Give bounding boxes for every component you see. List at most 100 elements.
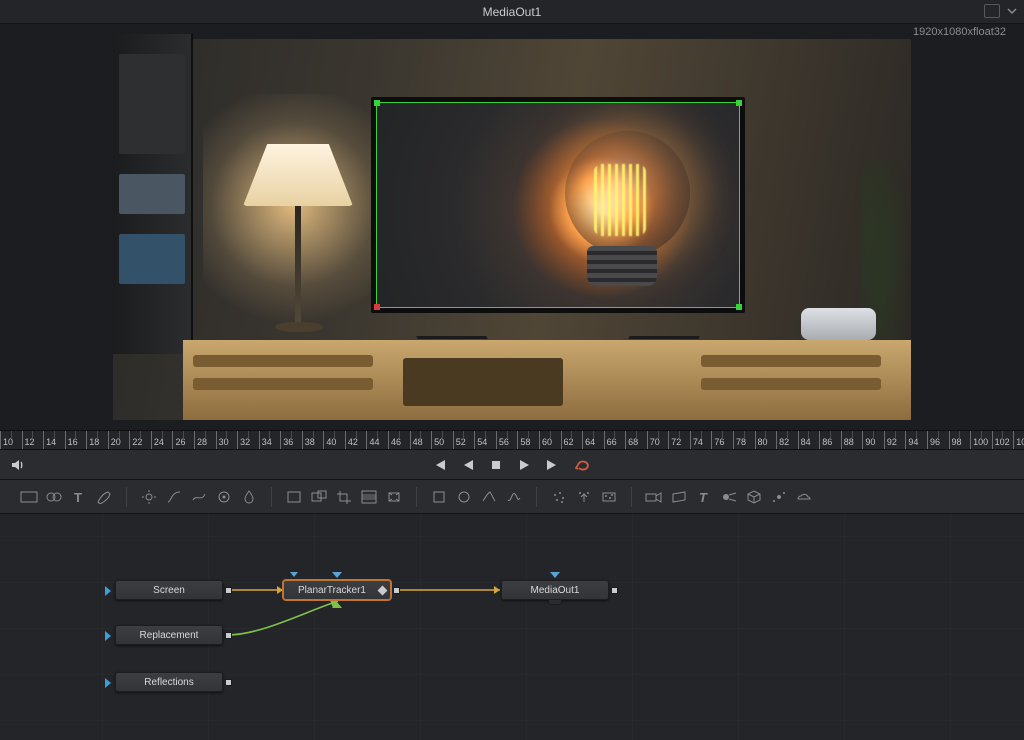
text-icon[interactable]: T [68, 486, 90, 508]
shape3d-icon[interactable]: T [693, 486, 715, 508]
lens-flare-icon[interactable] [768, 486, 790, 508]
particles-icon[interactable] [548, 486, 570, 508]
ruler-tick: 70 [647, 431, 648, 450]
p-emitter-icon[interactable] [573, 486, 595, 508]
ruler-tick: 56 [496, 431, 497, 450]
tracker-corner-br[interactable] [736, 304, 742, 310]
brightness-contrast-icon[interactable] [138, 486, 160, 508]
ruler-minor-tick [830, 431, 831, 439]
node-reflections[interactable]: Reflections [115, 672, 223, 692]
stop-icon[interactable] [489, 458, 503, 472]
node-output-port[interactable] [393, 587, 400, 594]
fog3d-icon[interactable] [793, 486, 815, 508]
go-first-frame-icon[interactable] [431, 458, 447, 472]
background-icon[interactable] [18, 486, 40, 508]
tracker-corner-tr[interactable] [736, 100, 742, 106]
bspline-mask-icon[interactable] [503, 486, 525, 508]
node-effect-mask-port[interactable] [332, 572, 342, 578]
expand-arrow-icon[interactable] [105, 586, 111, 596]
transform-icon[interactable] [283, 486, 305, 508]
blur-icon[interactable] [238, 486, 260, 508]
go-last-frame-icon[interactable] [545, 458, 561, 472]
node-mask-port[interactable] [290, 572, 298, 577]
merge-icon[interactable] [43, 486, 65, 508]
letterbox-icon[interactable] [358, 486, 380, 508]
node-output-port[interactable] [611, 587, 618, 594]
ruler-minor-tick [463, 431, 464, 439]
play-forward-icon[interactable] [517, 458, 531, 472]
audio-mute-icon[interactable] [10, 457, 26, 473]
ruler-minor-tick [248, 431, 249, 439]
ruler-minor-tick [852, 431, 853, 439]
node-screen[interactable]: Screen [115, 580, 223, 600]
node-label: Replacement [140, 630, 199, 641]
rectangle-mask-icon[interactable] [428, 486, 450, 508]
ruler-tick: 78 [733, 431, 734, 450]
color-corrector-icon[interactable] [213, 486, 235, 508]
ruler-tick: 84 [798, 431, 799, 450]
resize-icon[interactable] [308, 486, 330, 508]
ruler-minor-tick [356, 431, 357, 439]
ruler-tick: 92 [884, 431, 885, 450]
hue-curves-icon[interactable] [188, 486, 210, 508]
time-ruler[interactable]: 1012141618202224262830323436384042444648… [0, 430, 1024, 450]
node-output-port[interactable] [225, 679, 232, 686]
ruler-tick: 54 [474, 431, 475, 450]
color-curves-icon[interactable] [163, 486, 185, 508]
ruler-tick: 46 [388, 431, 389, 450]
ruler-tick: 14 [43, 431, 44, 450]
ruler-minor-tick [722, 431, 723, 439]
expand-arrow-icon[interactable] [105, 678, 111, 688]
crop-icon[interactable] [333, 486, 355, 508]
play-reverse-icon[interactable] [461, 458, 475, 472]
view-menu-chevron[interactable] [1006, 5, 1018, 17]
node-view-indicator-icon[interactable] [378, 586, 388, 596]
ruler-tick: 68 [625, 431, 626, 450]
node-label: PlanarTracker1 [298, 585, 376, 596]
ruler-minor-tick [658, 431, 659, 439]
viewer-panel: 1920x1080xfloat32 [0, 24, 1024, 430]
tracker-corner-bl[interactable] [374, 304, 380, 310]
spot-light-icon[interactable] [718, 486, 740, 508]
node-effect-mask-port[interactable] [550, 572, 560, 578]
ruler-tick: 50 [431, 431, 432, 450]
node-fg-port[interactable] [332, 602, 342, 608]
renderer3d-icon[interactable] [743, 486, 765, 508]
ruler-tick: 58 [517, 431, 518, 450]
ruler-tick: 36 [280, 431, 281, 450]
ruler-tick: 80 [755, 431, 756, 450]
ruler-minor-tick [701, 431, 702, 439]
ruler-tick: 90 [862, 431, 863, 450]
planar-tracker-overlay[interactable] [376, 102, 740, 308]
ruler-minor-tick [916, 431, 917, 439]
image-plane3d-icon[interactable] [668, 486, 690, 508]
node-view-tab[interactable] [548, 600, 562, 605]
ruler-tick: 60 [539, 431, 540, 450]
node-planar-tracker[interactable]: PlanarTracker1 [283, 580, 391, 600]
paint-icon[interactable] [93, 486, 115, 508]
ruler-tick: 20 [108, 431, 109, 450]
polygon-mask-icon[interactable] [478, 486, 500, 508]
ellipse-mask-icon[interactable] [453, 486, 475, 508]
ruler-tick: 12 [22, 431, 23, 450]
tools-toolbar: TT [0, 480, 1024, 514]
node-output-port[interactable] [225, 632, 232, 639]
toolbar-separator [536, 487, 537, 507]
ruler-minor-tick [420, 431, 421, 439]
tracker-corner-tl[interactable] [374, 100, 380, 106]
ruler-minor-tick [1002, 431, 1003, 439]
ruler-tick: 40 [323, 431, 324, 450]
node-replacement[interactable]: Replacement [115, 625, 223, 645]
view-layout-button[interactable] [984, 4, 1000, 18]
node-output-port[interactable] [225, 587, 232, 594]
camera3d-icon[interactable] [643, 486, 665, 508]
p-render-icon[interactable] [598, 486, 620, 508]
ruler-tick: 42 [345, 431, 346, 450]
loop-icon[interactable] [575, 458, 593, 472]
dve-icon[interactable] [383, 486, 405, 508]
expand-arrow-icon[interactable] [105, 631, 111, 641]
node-graph[interactable]: Screen Replacement Reflections PlanarTra… [0, 514, 1024, 740]
ruler-tick: 10 [0, 431, 1, 450]
node-media-out[interactable]: MediaOut1 [501, 580, 609, 600]
viewer-canvas[interactable] [113, 39, 911, 420]
